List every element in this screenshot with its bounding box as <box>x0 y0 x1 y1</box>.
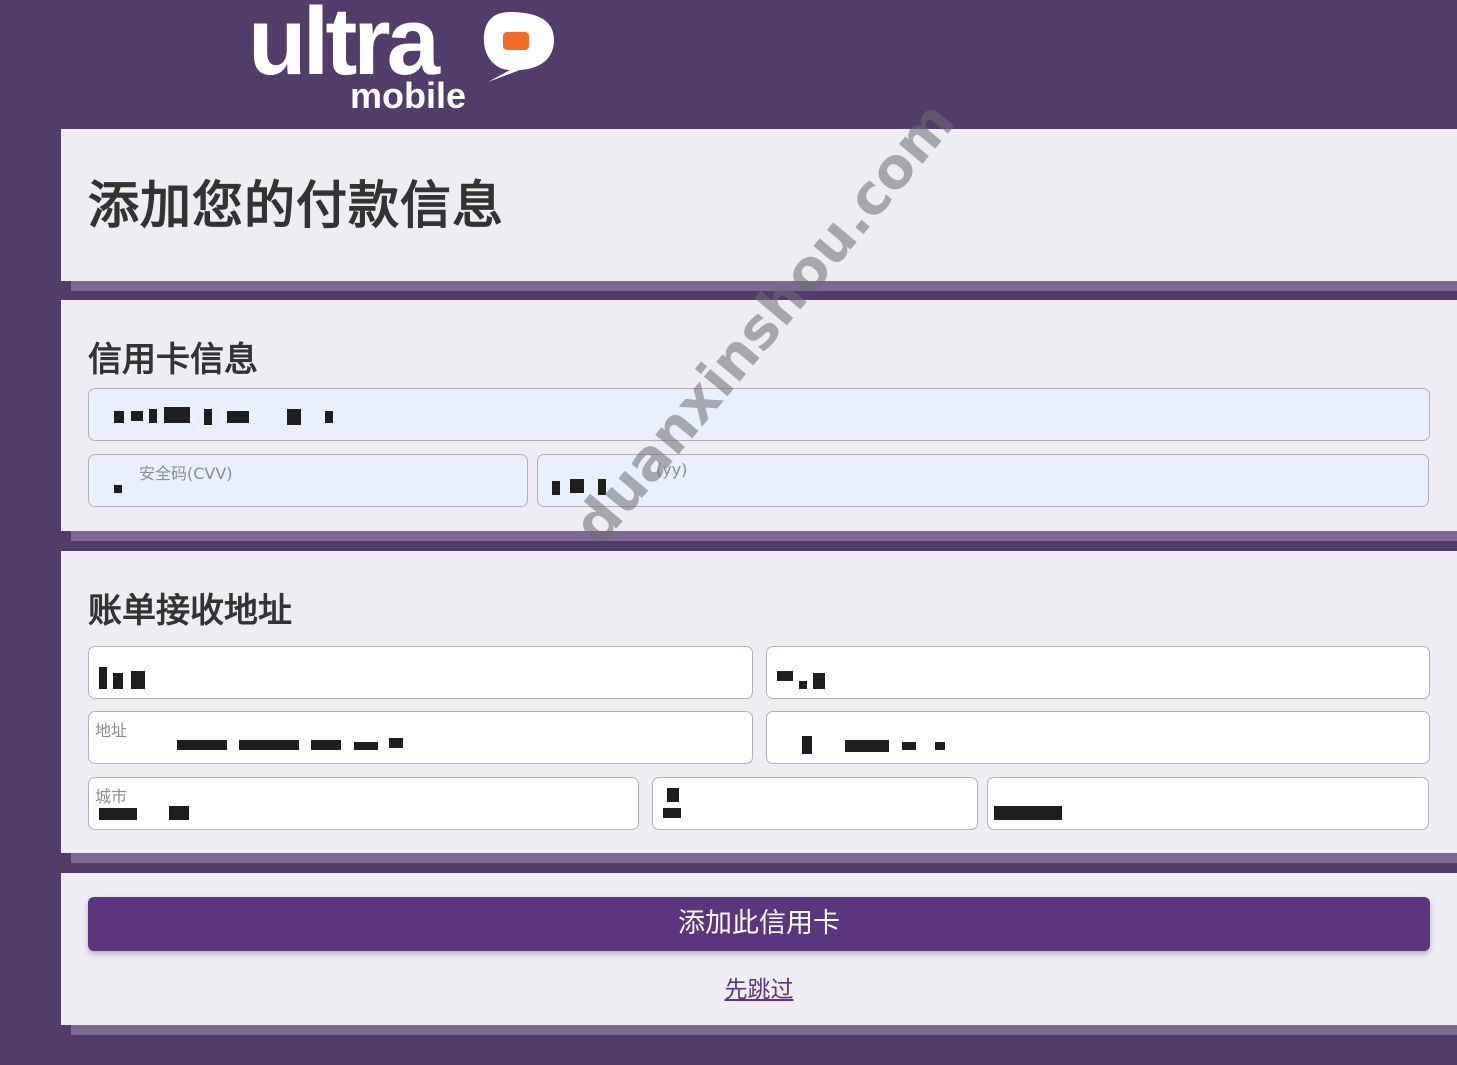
add-card-button[interactable]: 添加此信用卡 <box>88 897 1430 951</box>
logo-sub: mobile <box>350 75 466 116</box>
actions-section: 添加此信用卡 先跳过 <box>61 873 1457 1035</box>
credit-card-section-title: 信用卡信息 <box>88 340 258 380</box>
address-field[interactable]: 地址 <box>88 711 753 764</box>
address-line2-field[interactable] <box>766 711 1430 764</box>
billing-section-title: 账单接收地址 <box>88 591 292 631</box>
billing-section: 账单接收地址 地址 城市 <box>61 551 1457 863</box>
state-field[interactable] <box>652 777 978 830</box>
first-name-field[interactable] <box>88 646 753 699</box>
page-title: 添加您的付款信息 <box>88 177 505 236</box>
chat-bubble-icon <box>503 32 529 50</box>
cvv-label: 安全码(CVV) <box>139 464 233 483</box>
skip-link[interactable]: 先跳过 <box>61 970 1457 1004</box>
city-field[interactable]: 城市 <box>88 777 639 830</box>
zip-code-field[interactable] <box>987 777 1429 830</box>
cvv-field[interactable]: 安全码(CVV) <box>88 454 528 507</box>
address-label: 地址 <box>95 721 128 740</box>
ultra-mobile-logo: ultra mobile <box>248 0 568 118</box>
last-name-field[interactable] <box>766 646 1430 699</box>
city-label: 城市 <box>95 787 128 806</box>
card-number-field[interactable] <box>88 388 1430 441</box>
